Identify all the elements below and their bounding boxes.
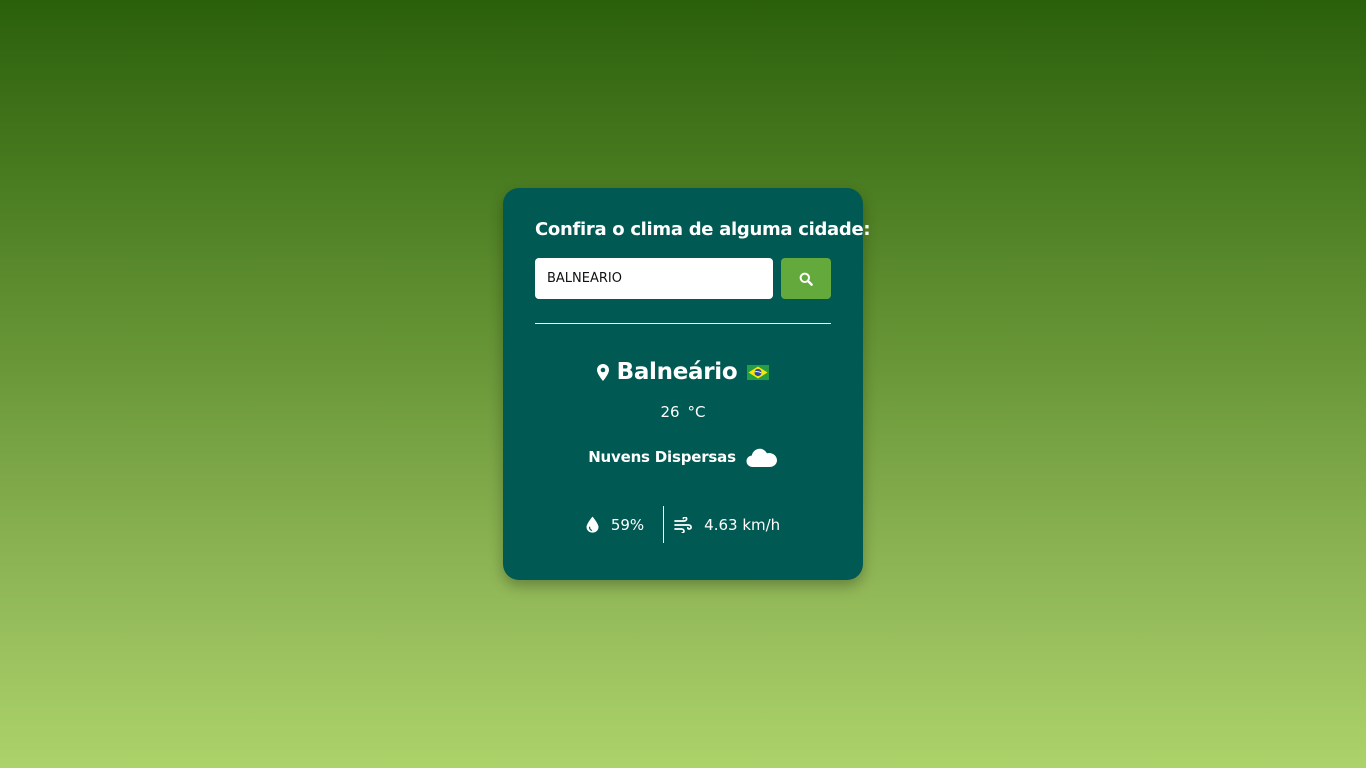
temperature-unit: °C	[687, 403, 706, 421]
weather-description-text: Nuvens Dispersas	[588, 448, 736, 466]
humidity-value: 59%	[610, 515, 645, 534]
page-title: Confira o clima de alguma cidade:	[535, 219, 871, 240]
map-pin-icon	[596, 363, 609, 381]
search-form	[535, 258, 831, 299]
wind-value: 4.63 km/h	[704, 515, 781, 534]
weather-description: Nuvens Dispersas	[535, 444, 831, 470]
humidity: 59%	[586, 516, 663, 534]
wind: 4.63 km/h	[664, 516, 780, 534]
weather-details: 59% 4.63 km/h	[535, 506, 831, 543]
search-icon	[799, 272, 813, 286]
wind-icon	[674, 516, 693, 533]
city-search-input[interactable]	[535, 258, 773, 299]
divider	[535, 323, 831, 324]
search-button[interactable]	[781, 258, 831, 299]
temperature-value: 26	[660, 403, 680, 421]
temperature: 26 °C	[535, 402, 831, 422]
city-header: Balneário	[535, 358, 831, 386]
droplet-icon	[586, 516, 599, 533]
cloud-icon	[746, 446, 778, 468]
brazil-flag-icon	[747, 364, 770, 380]
weather-card: Confira o clima de alguma cidade: Balneá…	[503, 188, 871, 580]
city-name: Balneário	[616, 359, 738, 385]
